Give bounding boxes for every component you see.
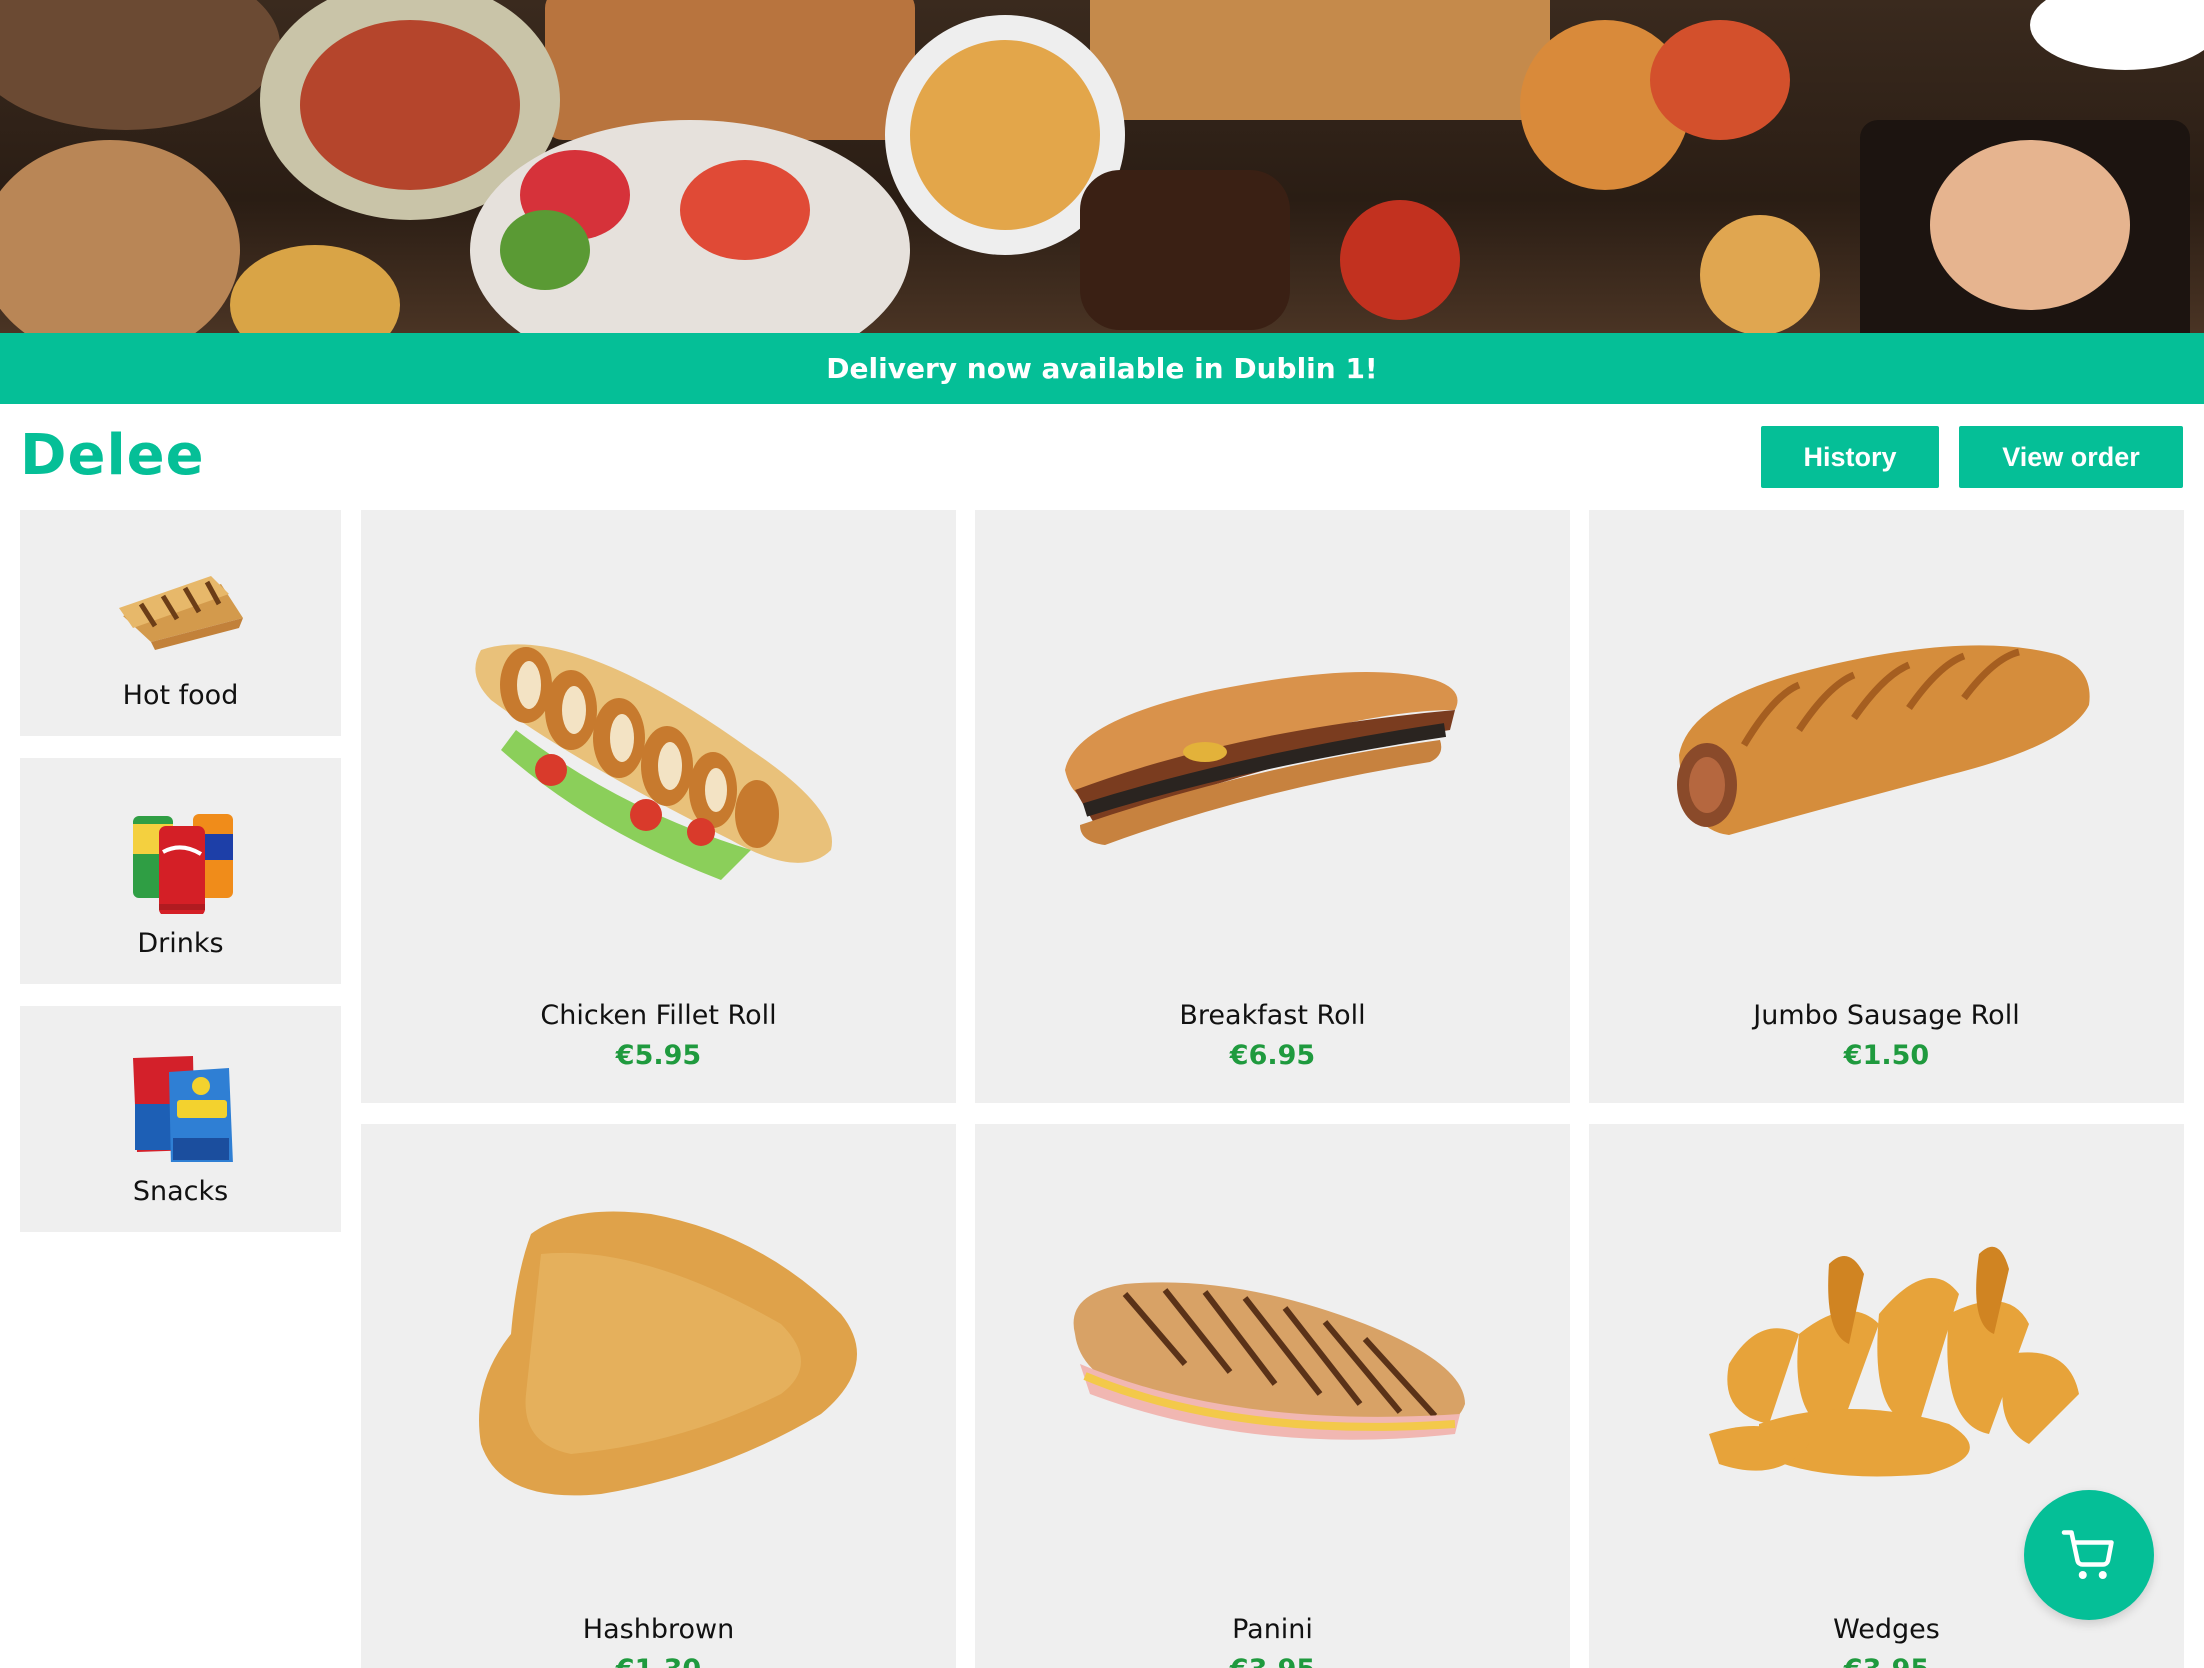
hero-banner-image [0,0,2204,333]
brand-logo[interactable]: Delee [20,420,205,492]
product-price: €3.95 [1589,1654,2184,1668]
shopping-cart-icon [2061,1530,2114,1579]
chicken-fillet-roll-image [475,644,832,880]
product-card[interactable]: Panini €3.95 [975,1124,1570,1668]
soda-cans-icon [132,814,233,914]
category-snacks[interactable]: Snacks [20,1006,341,1232]
product-price: €3.95 [975,1654,1570,1668]
history-button[interactable]: History [1761,426,1939,488]
category-label: Drinks [137,928,224,959]
panini-image [1073,1282,1465,1440]
hashbrown-image [479,1211,857,1496]
category-label: Hot food [122,680,239,711]
product-name: Hashbrown [582,1614,735,1645]
product-name: Breakfast Roll [1179,1000,1366,1031]
promo-text: Delivery now available in Dublin 1! [826,352,1378,385]
product-price: €6.95 [1229,1040,1316,1071]
hot-food-wrap-icon [118,576,243,650]
product-card[interactable]: Breakfast Roll €6.95 [975,510,1570,1103]
product-price: €5.95 [615,1040,702,1071]
wedges-image [1709,1246,2079,1477]
category-label: Snacks [132,1176,229,1207]
category-drinks[interactable]: Drinks [20,758,341,984]
product-price: €1.30 [361,1654,956,1668]
product-card[interactable]: Jumbo Sausage Roll €1.50 [1589,510,2184,1103]
breakfast-roll-image [1065,672,1458,845]
crisps-packets-icon [132,1056,233,1162]
delivery-promo-banner: Delivery now available in Dublin 1! [0,333,2204,404]
product-name: Chicken Fillet Roll [540,1000,777,1031]
product-card[interactable]: Hashbrown €1.30 [361,1124,956,1668]
product-price: €1.50 [1843,1040,1930,1071]
cart-button[interactable] [2024,1490,2154,1620]
category-hot-food[interactable]: Hot food [20,510,341,736]
jumbo-sausage-roll-image [1677,645,2090,835]
product-name: Jumbo Sausage Roll [1753,1000,2020,1031]
view-order-button[interactable]: View order [1959,426,2183,488]
product-card[interactable]: Chicken Fillet Roll €5.95 [361,510,956,1103]
product-name: Panini [1232,1614,1313,1645]
